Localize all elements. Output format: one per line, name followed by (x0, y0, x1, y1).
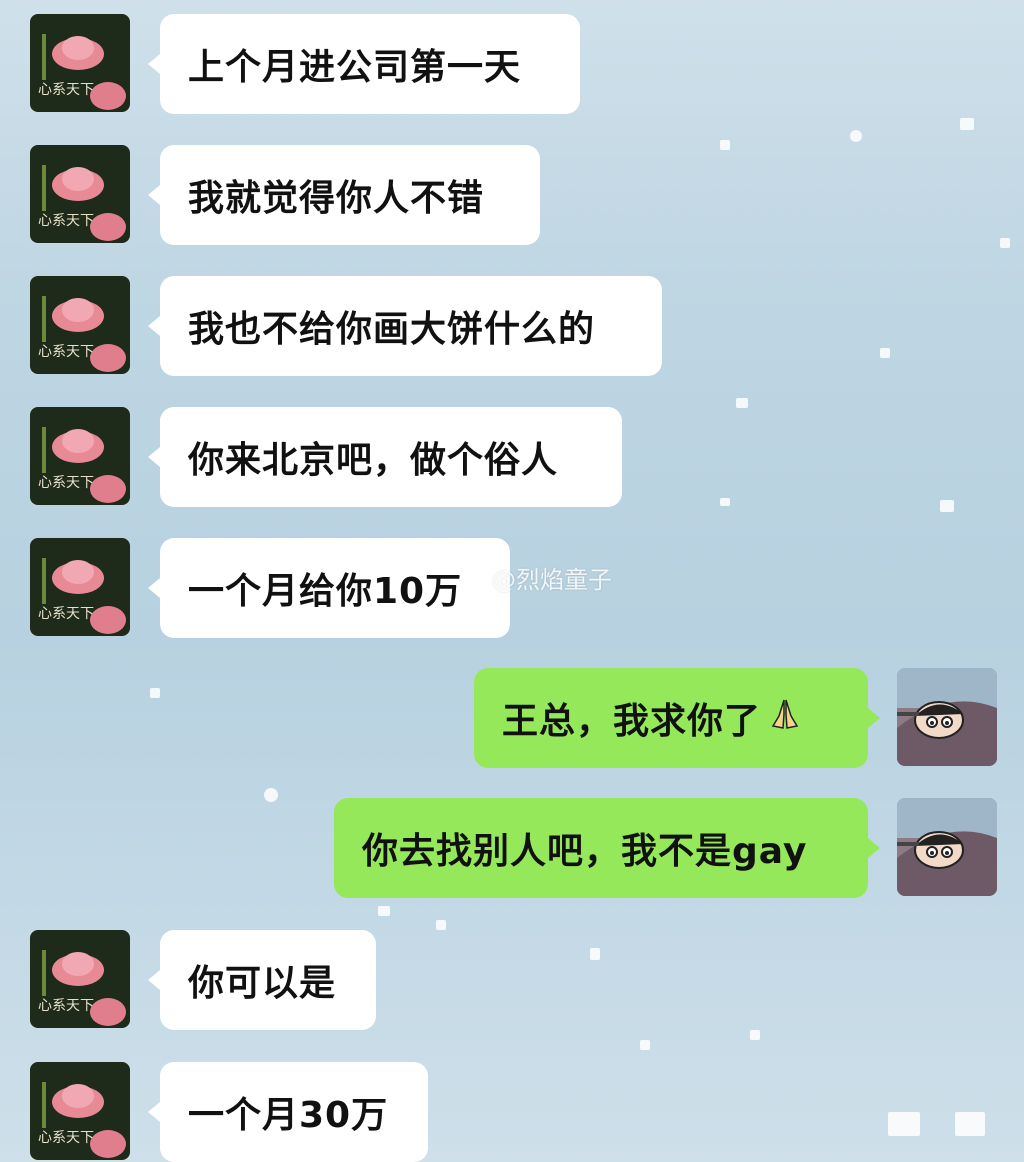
snowflake (436, 920, 446, 930)
message-text: 上个月进公司第一天 (188, 47, 522, 88)
snowflake (880, 348, 890, 358)
snowflake (940, 500, 954, 512)
contact-avatar[interactable]: 心系天下 (30, 407, 130, 505)
svg-text:心系天下: 心系天下 (38, 606, 94, 622)
message-text: 你可以是 (188, 963, 337, 1004)
snowflake (720, 498, 730, 506)
lotus-icon: 心系天下 (30, 276, 130, 374)
message-bubble[interactable]: 你去找别人吧，我不是gay (334, 798, 880, 898)
contact-avatar[interactable]: 心系天下 (30, 930, 130, 1028)
contact-avatar[interactable]: 心系天下 (30, 145, 130, 243)
weibo-icon (459, 568, 486, 589)
lotus-icon: 心系天下 (30, 930, 130, 1028)
message-text: 你去找别人吧，我不是gay (362, 831, 808, 872)
snowflake (264, 788, 278, 802)
message-text: 我就觉得你人不错 (188, 178, 485, 219)
message-bubble[interactable]: 上个月进公司第一天 (148, 14, 580, 114)
message-bubble[interactable]: 王总，我求你了 (474, 668, 880, 768)
snowflake (850, 130, 862, 142)
message-text: 一个月给你10万 (188, 571, 463, 612)
user-avatar[interactable] (897, 668, 997, 766)
praying-hands-icon (767, 696, 803, 741)
svg-text:心系天下: 心系天下 (38, 344, 94, 360)
message-text: 王总，我求你了 (502, 701, 762, 742)
snowflake (1000, 238, 1010, 248)
snowflake (640, 1040, 650, 1050)
watermark: @烈焰童子 (458, 560, 612, 595)
snowflake (720, 140, 730, 150)
message-bubble[interactable]: 你可以是 (148, 930, 376, 1030)
contact-avatar[interactable]: 心系天下 (30, 1062, 130, 1160)
user-avatar[interactable] (897, 798, 997, 896)
contact-avatar[interactable]: 心系天下 (30, 14, 130, 112)
snowflake (378, 906, 390, 916)
watermark-text: @烈焰童子 (492, 566, 612, 594)
snowflake (960, 118, 974, 130)
lotus-icon: 心系天下 (30, 538, 130, 636)
contact-avatar[interactable]: 心系天下 (30, 538, 130, 636)
message-bubble[interactable]: 一个月30万 (148, 1062, 428, 1162)
message-text: 一个月30万 (188, 1095, 389, 1136)
message-text: 你来北京吧，做个俗人 (188, 440, 559, 481)
svg-text:心系天下: 心系天下 (38, 82, 94, 98)
snowflake (590, 948, 600, 960)
cartoon-boy-icon (897, 668, 997, 766)
snowflake (955, 1112, 985, 1136)
lotus-icon: 心系天下 (30, 1062, 130, 1160)
lotus-icon: 心系天下 (30, 145, 130, 243)
svg-text:心系天下: 心系天下 (38, 1130, 94, 1146)
snowflake (888, 1112, 920, 1136)
contact-avatar[interactable]: 心系天下 (30, 276, 130, 374)
svg-text:心系天下: 心系天下 (38, 475, 94, 491)
message-bubble[interactable]: 我就觉得你人不错 (148, 145, 540, 245)
message-bubble[interactable]: 你来北京吧，做个俗人 (148, 407, 622, 507)
svg-text:心系天下: 心系天下 (38, 998, 94, 1014)
snowflake (150, 688, 160, 698)
snowflake (750, 1030, 760, 1040)
chat-window: 心系天下 上个月进公司第一天 心系天下 我就觉得你人不错 心系天下 我也不给你画… (0, 0, 1024, 1162)
cartoon-boy-icon (897, 798, 997, 896)
lotus-icon: 心系天下 (30, 14, 130, 112)
lotus-icon: 心系天下 (30, 407, 130, 505)
message-bubble[interactable]: 我也不给你画大饼什么的 (148, 276, 662, 376)
snowflake (736, 398, 748, 408)
message-text: 我也不给你画大饼什么的 (188, 309, 596, 350)
svg-text:心系天下: 心系天下 (38, 213, 94, 229)
